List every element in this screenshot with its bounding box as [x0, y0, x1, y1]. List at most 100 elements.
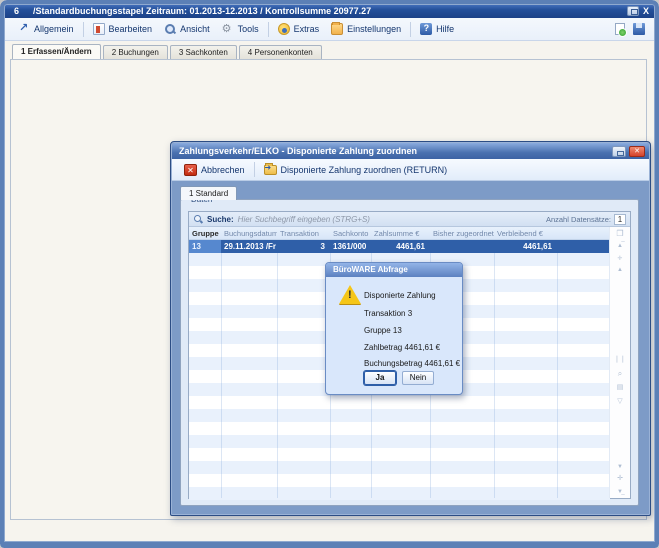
view-icon: [164, 23, 176, 35]
menu-label: Bearbeiten: [109, 24, 153, 34]
filter-icon[interactable]: ▽: [610, 397, 630, 405]
assign-folder-icon: [264, 165, 277, 175]
cell-buchungsdatum: 29.11.2013 /Fr: [221, 240, 277, 253]
msgbox-line: Zahlbetrag 4461,61 €: [364, 343, 440, 352]
cancel-icon: ✕: [184, 164, 197, 176]
cell-bisher-zugeordnet: [430, 240, 494, 253]
bueroware-abfrage-msgbox: BüroWARE Abfrage Disponierte Zahlung Tran…: [325, 262, 463, 395]
dialog-col-header[interactable]: Transaktion: [277, 227, 330, 239]
dialog-col-header[interactable]: Sachkonto: [330, 227, 371, 239]
cell-zahlsumme: 4461,61: [371, 240, 430, 253]
dialog-title-bar: Zahlungsverkehr/ELKO - Disponierte Zahlu…: [172, 143, 649, 159]
columns-icon[interactable]: ❘❘: [610, 355, 630, 363]
scroll-down-icon[interactable]: ▼: [610, 464, 630, 470]
save-icon[interactable]: [633, 23, 645, 35]
extras-icon: [278, 23, 290, 35]
menu-tools[interactable]: Tools: [216, 21, 265, 37]
menu-edit[interactable]: Bearbeiten: [87, 21, 159, 37]
dialog-col-header[interactable]: [557, 227, 610, 239]
cell-verbleibend: 4461,61: [494, 240, 557, 253]
msgbox-line: Transaktion 3: [364, 309, 412, 318]
dialog-col-header[interactable]: Buchungsdatum: [221, 227, 277, 239]
menu-label: Allgemein: [34, 24, 74, 34]
search-icon: [193, 214, 203, 224]
abbrechen-button[interactable]: ✕ Abbrechen: [179, 162, 250, 178]
dialog-title: Zahlungsverkehr/ELKO - Disponierte Zahlu…: [179, 146, 417, 156]
menu-extras[interactable]: Extras: [272, 21, 326, 37]
abbrechen-label: Abbrechen: [201, 165, 245, 175]
cell-sachkonto: 1361/000: [330, 240, 371, 253]
scroll-end-icon[interactable]: ▼̲: [610, 489, 630, 495]
menu-settings[interactable]: Einstellungen: [325, 21, 407, 37]
edit-icon: [93, 23, 105, 35]
restore-window-button[interactable]: [627, 6, 639, 16]
warning-icon: [339, 285, 361, 304]
dialog-minimize-button[interactable]: [612, 146, 626, 157]
window-title: /Standardbuchungsstapel Zeitraum: 01.201…: [33, 6, 371, 16]
dialog-col-header[interactable]: Bisher zugeordnet: [430, 227, 494, 239]
search-label: Suche:: [207, 215, 234, 224]
copy-grid-icon[interactable]: ❐: [610, 229, 630, 238]
menu-label: Hilfe: [436, 24, 454, 34]
dialog-toolbar: ✕ Abbrechen Disponierte Zahlung zuordnen…: [172, 159, 649, 181]
list-icon[interactable]: ▤: [610, 383, 630, 391]
empty-row: [189, 409, 610, 422]
main-tabs: 1 Erfassen/Ändern2 Buchungen3 Sachkonten…: [12, 45, 324, 59]
window-number: 6: [14, 6, 19, 16]
msgbox-line: Gruppe 13: [364, 326, 402, 335]
main-window: 6 /Standardbuchungsstapel Zeitraum: 01.2…: [0, 0, 659, 548]
settings-icon: [331, 23, 343, 35]
record-count-value: 1: [614, 214, 626, 225]
menu-label: Extras: [294, 24, 320, 34]
empty-row: [189, 474, 610, 487]
zuordnen-label: Disponierte Zahlung zuordnen (RETURN): [281, 165, 448, 175]
title-bar: 6 /Standardbuchungsstapel Zeitraum: 01.2…: [4, 3, 655, 18]
ja-button[interactable]: Ja: [364, 371, 396, 385]
dialog-table-header: GruppeBuchungsdatumTransaktionSachkontoZ…: [189, 227, 610, 240]
zuordnen-button[interactable]: Disponierte Zahlung zuordnen (RETURN): [259, 163, 453, 177]
empty-row: [189, 461, 610, 474]
tab-4[interactable]: 4 Personenkonten: [239, 45, 322, 59]
menu-view[interactable]: Ansicht: [158, 21, 216, 37]
search-bar[interactable]: Suche: Hier Suchbegriff eingeben (STRG+S…: [189, 212, 630, 227]
dialog-col-header[interactable]: Verbleibend €: [494, 227, 557, 239]
empty-row: [189, 396, 610, 409]
scroll-up-icon[interactable]: ✛: [610, 255, 630, 262]
nein-button[interactable]: Nein: [402, 371, 434, 385]
empty-row: [189, 487, 610, 500]
dialog-tab-standard[interactable]: 1 Standard: [180, 186, 237, 200]
close-window-button[interactable]: X: [643, 6, 649, 16]
cell-transaktion: 3: [277, 240, 330, 253]
dialog-selected-row[interactable]: 13 29.11.2013 /Fr 3 1361/000 4461,61 446…: [189, 240, 610, 253]
menu-arrow[interactable]: Allgemein: [12, 21, 80, 37]
msgbox-line: Buchungsbetrag 4461,61 €: [364, 359, 460, 368]
menu-label: Tools: [238, 24, 259, 34]
zoom-icon[interactable]: ⌕: [610, 369, 630, 379]
dialog-col-header[interactable]: Zahlsumme €: [371, 227, 430, 239]
record-count-label: Anzahl Datensätze:: [546, 215, 611, 224]
scroll-top-icon[interactable]: ▲̅: [610, 243, 630, 249]
tools-icon: [222, 23, 234, 35]
new-document-icon[interactable]: [615, 23, 625, 35]
help-icon: [420, 23, 432, 35]
scroll-prev-icon[interactable]: ▲: [610, 267, 630, 273]
table-side-controls: ❐ ▲̅ ✛ ▲ ❘❘ ⌕ ▤ ▽ ▼ ✛ ▼̲: [609, 227, 630, 498]
menu-bar: Allgemein Bearbeiten Ansicht Tools Extras Ein…: [4, 18, 655, 41]
tab-2[interactable]: 2 Buchungen: [103, 45, 168, 59]
dialog-col-header[interactable]: Gruppe: [189, 227, 221, 239]
empty-row: [189, 448, 610, 461]
add-row-icon[interactable]: ✛: [610, 474, 630, 482]
search-placeholder: Hier Suchbegriff eingeben (STRG+S): [238, 215, 370, 224]
menu-label: Einstellungen: [347, 24, 401, 34]
arrow-icon: [18, 23, 30, 35]
tab-1[interactable]: 1 Erfassen/Ändern: [12, 44, 101, 59]
tab-3[interactable]: 3 Sachkonten: [170, 45, 237, 59]
dialog-close-button[interactable]: ✕: [629, 146, 645, 157]
msgbox-line: Disponierte Zahlung: [364, 291, 436, 300]
menu-help[interactable]: Hilfe: [414, 21, 460, 37]
empty-row: [189, 435, 610, 448]
cell-gruppe: 13: [189, 240, 221, 253]
msgbox-title: BüroWARE Abfrage: [326, 263, 462, 277]
empty-row: [189, 422, 610, 435]
menu-label: Ansicht: [180, 24, 210, 34]
